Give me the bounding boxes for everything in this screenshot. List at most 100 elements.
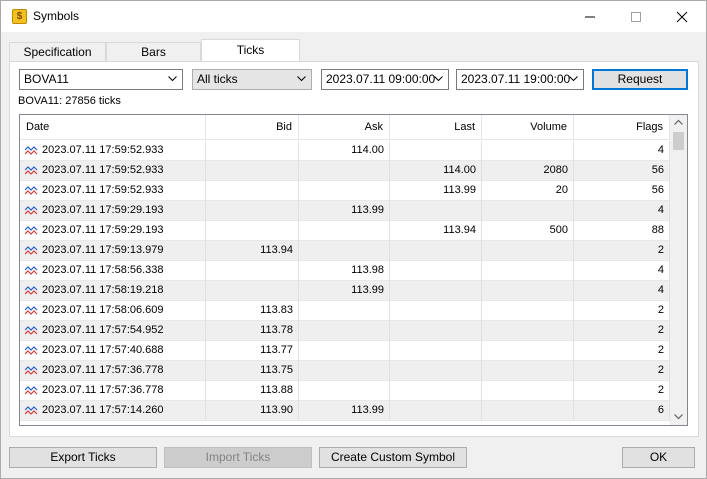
flags-value: 2 — [657, 324, 664, 336]
cell-ask — [299, 381, 390, 401]
tick-wave-icon — [25, 326, 38, 335]
symbol-select[interactable]: BOVA11 — [19, 69, 183, 90]
symbols-window: $ Symbols Specification Bars Ticks BOVA1… — [0, 0, 707, 479]
scroll-down-icon[interactable] — [674, 414, 683, 420]
export-ticks-button[interactable]: Export Ticks — [9, 447, 157, 468]
scrollbar-thumb[interactable] — [673, 132, 684, 150]
create-custom-symbol-button[interactable]: Create Custom Symbol — [319, 447, 467, 468]
cell-date: 2023.07.11 17:57:40.688 — [20, 341, 206, 361]
cell-ask: 114.00 — [299, 141, 390, 161]
column-header-bid[interactable]: Bid — [206, 115, 299, 140]
minimize-button[interactable] — [567, 1, 613, 32]
date-from-value: 2023.07.11 09:00:00 — [326, 72, 436, 86]
cell-bid: 113.75 — [206, 361, 299, 381]
cell-date: 2023.07.11 17:57:54.952 — [20, 321, 206, 341]
column-header-last[interactable]: Last — [390, 115, 482, 140]
table-row[interactable]: 2023.07.11 17:57:36.778 113.75 2 — [20, 361, 670, 381]
cell-date: 2023.07.11 17:57:36.778 — [20, 381, 206, 401]
bid-value: 113.83 — [260, 304, 293, 316]
table-row[interactable]: 2023.07.11 17:57:36.778 113.88 2 — [20, 381, 670, 401]
column-header-date[interactable]: Date — [20, 115, 206, 140]
tick-wave-icon — [25, 386, 38, 395]
cell-flags: 2 — [574, 381, 670, 401]
tab-bars[interactable]: Bars — [106, 42, 201, 62]
flags-value: 6 — [657, 404, 664, 416]
chevron-down-icon — [434, 76, 443, 82]
table-row[interactable]: 2023.07.11 17:57:54.952 113.78 2 — [20, 321, 670, 341]
cell-last — [390, 341, 482, 361]
tick-wave-icon — [25, 406, 38, 415]
bid-value: 113.88 — [260, 384, 293, 396]
maximize-button[interactable] — [613, 1, 659, 32]
cell-date: 2023.07.11 17:58:19.218 — [20, 281, 206, 301]
cell-ask — [299, 321, 390, 341]
flags-value: 2 — [657, 364, 664, 376]
request-button[interactable]: Request — [592, 69, 688, 90]
cell-date: 2023.07.11 17:58:06.609 — [20, 301, 206, 321]
chevron-down-icon — [569, 76, 578, 82]
last-value: 113.99 — [443, 184, 476, 196]
table-row[interactable]: 2023.07.11 17:57:40.688 113.77 2 — [20, 341, 670, 361]
flags-value: 56 — [651, 184, 664, 196]
ask-value: 113.99 — [351, 404, 384, 416]
cell-flags: 2 — [574, 321, 670, 341]
cell-ask: 113.99 — [299, 401, 390, 421]
scroll-up-icon[interactable] — [674, 119, 683, 125]
table-row[interactable]: 2023.07.11 17:57:14.260 113.90 113.99 6 — [20, 401, 670, 421]
flags-value: 2 — [657, 384, 664, 396]
cell-ask — [299, 161, 390, 181]
table-row[interactable]: 2023.07.11 17:59:29.193 113.94 500 88 — [20, 221, 670, 241]
flags-value: 2 — [657, 344, 664, 356]
table-row[interactable]: 2023.07.11 17:58:06.609 113.83 2 — [20, 301, 670, 321]
date-value: 2023.07.11 17:59:52.933 — [42, 164, 164, 176]
ask-value: 113.99 — [351, 204, 384, 216]
cell-last — [390, 301, 482, 321]
table-row[interactable]: 2023.07.11 17:58:56.338 113.98 4 — [20, 261, 670, 281]
column-header-flags[interactable]: Flags — [574, 115, 670, 140]
cell-ask — [299, 341, 390, 361]
date-to-picker[interactable]: 2023.07.11 19:00:00 — [456, 69, 584, 90]
column-header-volume[interactable]: Volume — [482, 115, 574, 140]
close-button[interactable] — [659, 1, 705, 32]
table-row[interactable]: 2023.07.11 17:59:52.933 113.99 20 56 — [20, 181, 670, 201]
cell-date: 2023.07.11 17:59:52.933 — [20, 141, 206, 161]
cell-flags: 2 — [574, 241, 670, 261]
cell-ask — [299, 361, 390, 381]
cell-last — [390, 401, 482, 421]
tab-specification[interactable]: Specification — [9, 42, 106, 62]
table-row[interactable]: 2023.07.11 17:59:52.933 114.00 4 — [20, 141, 670, 161]
vertical-scrollbar[interactable] — [670, 115, 687, 425]
tick-wave-icon — [25, 366, 38, 375]
tab-ticks[interactable]: Ticks — [201, 39, 300, 62]
last-value: 114.00 — [443, 164, 476, 176]
cell-ask — [299, 301, 390, 321]
title-bar[interactable]: $ Symbols — [1, 1, 706, 32]
flags-value: 56 — [651, 164, 664, 176]
ok-button[interactable]: OK — [622, 447, 695, 468]
cell-ask: 113.99 — [299, 281, 390, 301]
cell-volume — [482, 241, 574, 261]
cell-flags: 56 — [574, 181, 670, 201]
tick-mode-select[interactable]: All ticks — [192, 69, 312, 90]
table-row[interactable]: 2023.07.11 17:59:52.933 114.00 2080 56 — [20, 161, 670, 181]
cell-volume — [482, 401, 574, 421]
cell-bid: 113.88 — [206, 381, 299, 401]
cell-volume: 500 — [482, 221, 574, 241]
table-row[interactable]: 2023.07.11 17:59:29.193 113.99 4 — [20, 201, 670, 221]
cell-bid — [206, 181, 299, 201]
flags-value: 4 — [657, 284, 664, 296]
cell-date: 2023.07.11 17:59:13.979 — [20, 241, 206, 261]
cell-volume: 2080 — [482, 161, 574, 181]
column-header-ask[interactable]: Ask — [299, 115, 390, 140]
cell-date: 2023.07.11 17:59:29.193 — [20, 221, 206, 241]
cell-date: 2023.07.11 17:57:14.260 — [20, 401, 206, 421]
cell-flags: 4 — [574, 261, 670, 281]
tick-wave-icon — [25, 186, 38, 195]
table-row[interactable]: 2023.07.11 17:58:19.218 113.99 4 — [20, 281, 670, 301]
close-icon — [676, 11, 688, 23]
date-from-picker[interactable]: 2023.07.11 09:00:00 — [321, 69, 449, 90]
cell-bid: 113.94 — [206, 241, 299, 261]
date-value: 2023.07.11 17:58:19.218 — [42, 284, 164, 296]
cell-last: 114.00 — [390, 161, 482, 181]
table-row[interactable]: 2023.07.11 17:59:13.979 113.94 2 — [20, 241, 670, 261]
